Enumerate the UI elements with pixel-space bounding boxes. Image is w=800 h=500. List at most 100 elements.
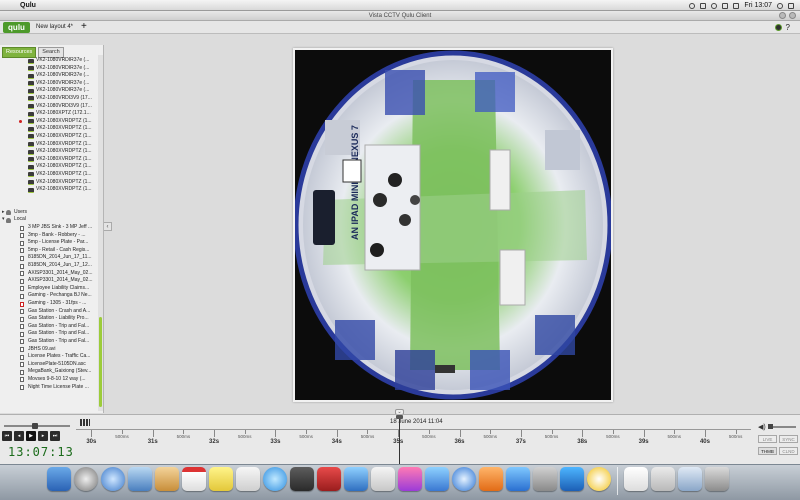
go-end-button[interactable]: ⏭ <box>50 431 60 441</box>
go-start-button[interactable]: ⏮ <box>2 431 12 441</box>
system-preferences-icon[interactable] <box>533 467 557 491</box>
preview-icon[interactable] <box>371 467 395 491</box>
finder-icon[interactable] <box>47 467 71 491</box>
grid-layout-icon[interactable] <box>80 419 90 426</box>
tree-item[interactable]: 8185DN_2014_Jun_17_11... <box>0 254 100 262</box>
expand-arrow-icon[interactable]: ▾ <box>2 216 5 224</box>
tree-item[interactable]: JBHS 09.avi <box>0 346 100 354</box>
notes-icon[interactable] <box>209 467 233 491</box>
sidebar-collapse-button[interactable]: ‹ <box>104 222 112 231</box>
sync-icon[interactable] <box>689 2 696 9</box>
app-store-icon[interactable] <box>506 467 530 491</box>
ibooks-icon[interactable] <box>479 467 503 491</box>
tree-item[interactable]: Gas Station - Trip and Fal... <box>0 338 100 346</box>
calendar-button[interactable]: CLND <box>779 447 798 455</box>
keynote-icon[interactable] <box>425 467 449 491</box>
tree-item[interactable]: Movses 9-8-10 12 way (... <box>0 376 100 384</box>
tree-item[interactable]: 8185DN_2014_Jun_17_12... <box>0 262 100 270</box>
tree-item[interactable]: VK2-1080VRDIR37e (... <box>0 87 100 95</box>
tree-item[interactable]: Gas Station - Liability Pro... <box>0 315 100 323</box>
play-button[interactable]: ▶ <box>26 431 36 441</box>
launchpad-icon[interactable] <box>74 467 98 491</box>
photobooth-icon[interactable] <box>317 467 341 491</box>
playhead[interactable] <box>399 415 400 465</box>
tree-item[interactable]: 5mp - License Plate - Par... <box>0 239 100 247</box>
volume-slider[interactable] <box>768 424 796 429</box>
volume-slider-knob[interactable] <box>768 424 773 429</box>
trash-icon[interactable] <box>705 467 729 491</box>
sidebar-scrollbar[interactable] <box>98 55 103 411</box>
tree-item[interactable]: AXISP3301_2014_May_02... <box>0 270 100 278</box>
step-forward-button[interactable]: ▸ <box>38 431 48 441</box>
spotlight-icon[interactable] <box>777 2 783 9</box>
tab-layout[interactable]: New layout 4* <box>36 22 73 33</box>
tree-item[interactable]: VK2-1080XVRDPTZ (1... <box>0 133 100 141</box>
contacts-icon[interactable] <box>155 467 179 491</box>
tree-item[interactable]: VK2-1080VRDIR37e (... <box>0 57 100 65</box>
facetime-icon[interactable] <box>290 467 314 491</box>
help-button[interactable]: ? <box>786 22 790 33</box>
tree-item[interactable]: MegaBank_Gaixiong (Stev... <box>0 368 100 376</box>
step-back-button[interactable]: ◂ <box>14 431 24 441</box>
tree-item[interactable]: VK2-1080VRDI3V9 (17... <box>0 95 100 103</box>
sidebar-scroll-thumb[interactable] <box>99 317 102 407</box>
add-layout-button[interactable]: + <box>81 21 87 33</box>
tree-group[interactable]: ▾ Local <box>0 216 100 224</box>
tree-item[interactable]: VK2-1080VRDI3V9 (17... <box>0 103 100 111</box>
thumbnails-button[interactable]: THMB <box>758 447 777 455</box>
menubar-clock[interactable]: Fri 13:07 <box>744 0 772 11</box>
playhead-handle[interactable] <box>396 415 403 419</box>
itunes-chart-icon[interactable] <box>398 467 422 491</box>
tree-item[interactable]: VK2-1080VRDIR37e (... <box>0 72 100 80</box>
tree-item[interactable]: Gaming - 1305 - 31fps - ... <box>0 300 100 308</box>
tree-item[interactable]: VK2-1080VRDIR37e (... <box>0 65 100 73</box>
wifi-icon[interactable] <box>711 2 718 9</box>
display-icon[interactable] <box>700 2 707 9</box>
tree-item[interactable]: AXISP3301_2014_May_02... <box>0 277 100 285</box>
tree-item[interactable]: Night Time License Plate ... <box>0 384 100 392</box>
itunes-icon[interactable] <box>452 467 476 491</box>
qulu-icon[interactable] <box>587 467 611 491</box>
tree-group[interactable]: ▸ Users <box>0 209 100 217</box>
tree-item[interactable]: Gas Station - Crash and A... <box>0 308 100 316</box>
tree-item[interactable]: Gaming - Pechanga BJ Ne... <box>0 292 100 300</box>
live-button[interactable]: LIVE <box>758 435 777 443</box>
tree-item[interactable]: VK2-1080XVRDPTZ (1... <box>0 163 100 171</box>
battery-icon[interactable] <box>733 2 740 9</box>
tree-item[interactable]: VK2-1080VRDIR37e (... <box>0 80 100 88</box>
tree-item[interactable]: LicensePlate-5105DN.asc <box>0 361 100 369</box>
expand-arrow-icon[interactable]: ▸ <box>2 209 5 217</box>
volume-icon[interactable]: ◀) <box>758 423 766 431</box>
calendar-icon[interactable] <box>182 467 206 491</box>
tree-item[interactable]: Employee Liability Claims... <box>0 285 100 293</box>
tree-item[interactable]: VK2-1080XVRDPTZ (1... <box>0 118 100 126</box>
time-ruler[interactable]: 30s 500ms 31s 500ms 32s 500ms 33s 500ms 34s 500ms… <box>76 429 751 459</box>
tree-item[interactable]: 3mp - Bank - Robbery - ... <box>0 232 100 240</box>
teamviewer-icon[interactable] <box>560 467 584 491</box>
tree-item[interactable]: VK2-1080XVRDPTZ (1... <box>0 179 100 187</box>
fisheye-video-tile[interactable]: AN IPAD MINI OR NEXUS 7 <box>293 48 613 402</box>
sync-button[interactable]: SYNC <box>779 435 798 443</box>
document-icon[interactable] <box>624 467 648 491</box>
tree-item[interactable]: 3 MP JBS Sink - 3 MP Jeff ... <box>0 224 100 232</box>
tree-item[interactable]: VK2-1080XVRDPTZ (1... <box>0 171 100 179</box>
messages-icon[interactable] <box>263 467 287 491</box>
volume-icon[interactable] <box>722 2 729 9</box>
tree-item[interactable]: Gas Station - Trip and Fal... <box>0 330 100 338</box>
app-menu-name[interactable]: Qulu <box>20 0 36 11</box>
speed-slider-knob[interactable] <box>32 423 38 429</box>
app-logo[interactable]: qulu <box>3 22 30 33</box>
tree-item[interactable]: VK2-1080XVRDPTZ (1... <box>0 141 100 149</box>
tree-item[interactable]: Gas Station - Trip and Fal... <box>0 323 100 331</box>
tree-item[interactable]: VK2-1080XVRDPTZ (1... <box>0 125 100 133</box>
tree-item[interactable]: 5mp - Retail - Cash Regis... <box>0 247 100 255</box>
tree-item[interactable]: VK2-1080XVRDPTZ (1... <box>0 186 100 194</box>
reminders-icon[interactable] <box>236 467 260 491</box>
maximize-button[interactable] <box>789 12 796 19</box>
downloads-stack-icon[interactable] <box>651 467 675 491</box>
photo-icon[interactable] <box>128 467 152 491</box>
speed-slider[interactable] <box>4 423 70 429</box>
notification-icon[interactable] <box>788 2 794 9</box>
screen-icon[interactable] <box>678 467 702 491</box>
iphoto-icon[interactable] <box>344 467 368 491</box>
